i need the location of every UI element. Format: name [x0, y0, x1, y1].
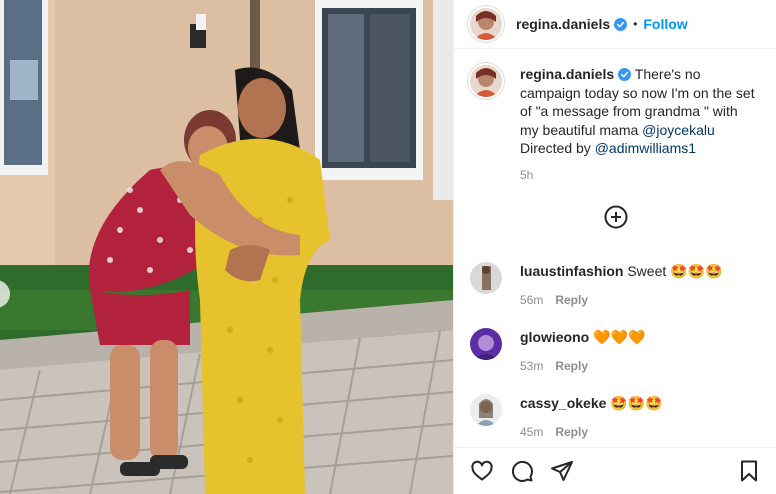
post-timestamp[interactable]: 5h	[520, 168, 760, 182]
commenter-username[interactable]: glowieono	[520, 329, 589, 345]
comment-emoji: 🤩🤩🤩	[610, 396, 663, 412]
comment-item: glowieono 🧡🧡🧡 53m Reply	[470, 328, 645, 373]
reply-button[interactable]: Reply	[555, 425, 588, 439]
reply-button[interactable]: Reply	[555, 359, 588, 373]
post-header: regina.daniels • Follow	[454, 0, 776, 49]
comment-line: luaustinfashion Sweet 🤩🤩🤩	[520, 262, 722, 281]
separator-dot: •	[633, 17, 638, 31]
mention-adimwilliams1[interactable]: @adimwilliams1	[595, 140, 696, 156]
commenter-username[interactable]: luaustinfashion	[520, 263, 623, 279]
comment-item: luaustinfashion Sweet 🤩🤩🤩 56m Reply	[470, 262, 722, 307]
add-circle-icon[interactable]	[604, 205, 628, 229]
comment-bubble-icon[interactable]	[510, 459, 534, 483]
reply-button[interactable]: Reply	[555, 293, 588, 307]
comment-meta: 53m Reply	[520, 359, 645, 373]
caption-username[interactable]: regina.daniels	[520, 66, 614, 82]
commenter-avatar[interactable]	[470, 394, 502, 426]
verified-badge-icon	[618, 68, 632, 81]
comment-time[interactable]: 56m	[520, 293, 543, 307]
bookmark-icon[interactable]	[737, 459, 761, 483]
commenter-avatar[interactable]	[470, 262, 502, 294]
post-photo-image	[0, 0, 453, 494]
caption-text: regina.daniels There's no campaign today…	[520, 65, 760, 158]
comment-line: cassy_okeke 🤩🤩🤩	[520, 394, 663, 413]
comment-item: cassy_okeke 🤩🤩🤩 45m Reply	[470, 394, 663, 439]
author-username[interactable]: regina.daniels	[516, 16, 610, 32]
commenter-avatar[interactable]	[470, 328, 502, 360]
post-caption: regina.daniels There's no campaign today…	[454, 49, 776, 182]
comment-line: glowieono 🧡🧡🧡	[520, 328, 645, 347]
commenter-username[interactable]: cassy_okeke	[520, 395, 606, 411]
comment-time[interactable]: 53m	[520, 359, 543, 373]
comment-emoji: 🧡🧡🧡	[593, 330, 646, 346]
comment-text: Sweet	[627, 263, 671, 279]
comment-time[interactable]: 45m	[520, 425, 543, 439]
mention-joycekalu[interactable]: @joycekalu	[642, 122, 715, 138]
author-avatar[interactable]	[470, 8, 502, 40]
comment-meta: 56m Reply	[520, 293, 722, 307]
comment-meta: 45m Reply	[520, 425, 663, 439]
load-more-comments	[454, 205, 776, 229]
comment-emoji: 🤩🤩🤩	[670, 264, 723, 280]
follow-button[interactable]: Follow	[643, 16, 687, 32]
caption-avatar[interactable]	[470, 65, 502, 97]
post-detail-panel: regina.daniels • Follow regina.daniels T…	[453, 0, 776, 494]
caption-directed-by: Directed by	[520, 140, 595, 156]
heart-icon[interactable]	[470, 459, 494, 483]
post-photo[interactable]	[0, 0, 453, 494]
paper-plane-icon[interactable]	[550, 459, 574, 483]
post-action-bar	[454, 447, 776, 494]
verified-badge-icon	[614, 17, 628, 31]
